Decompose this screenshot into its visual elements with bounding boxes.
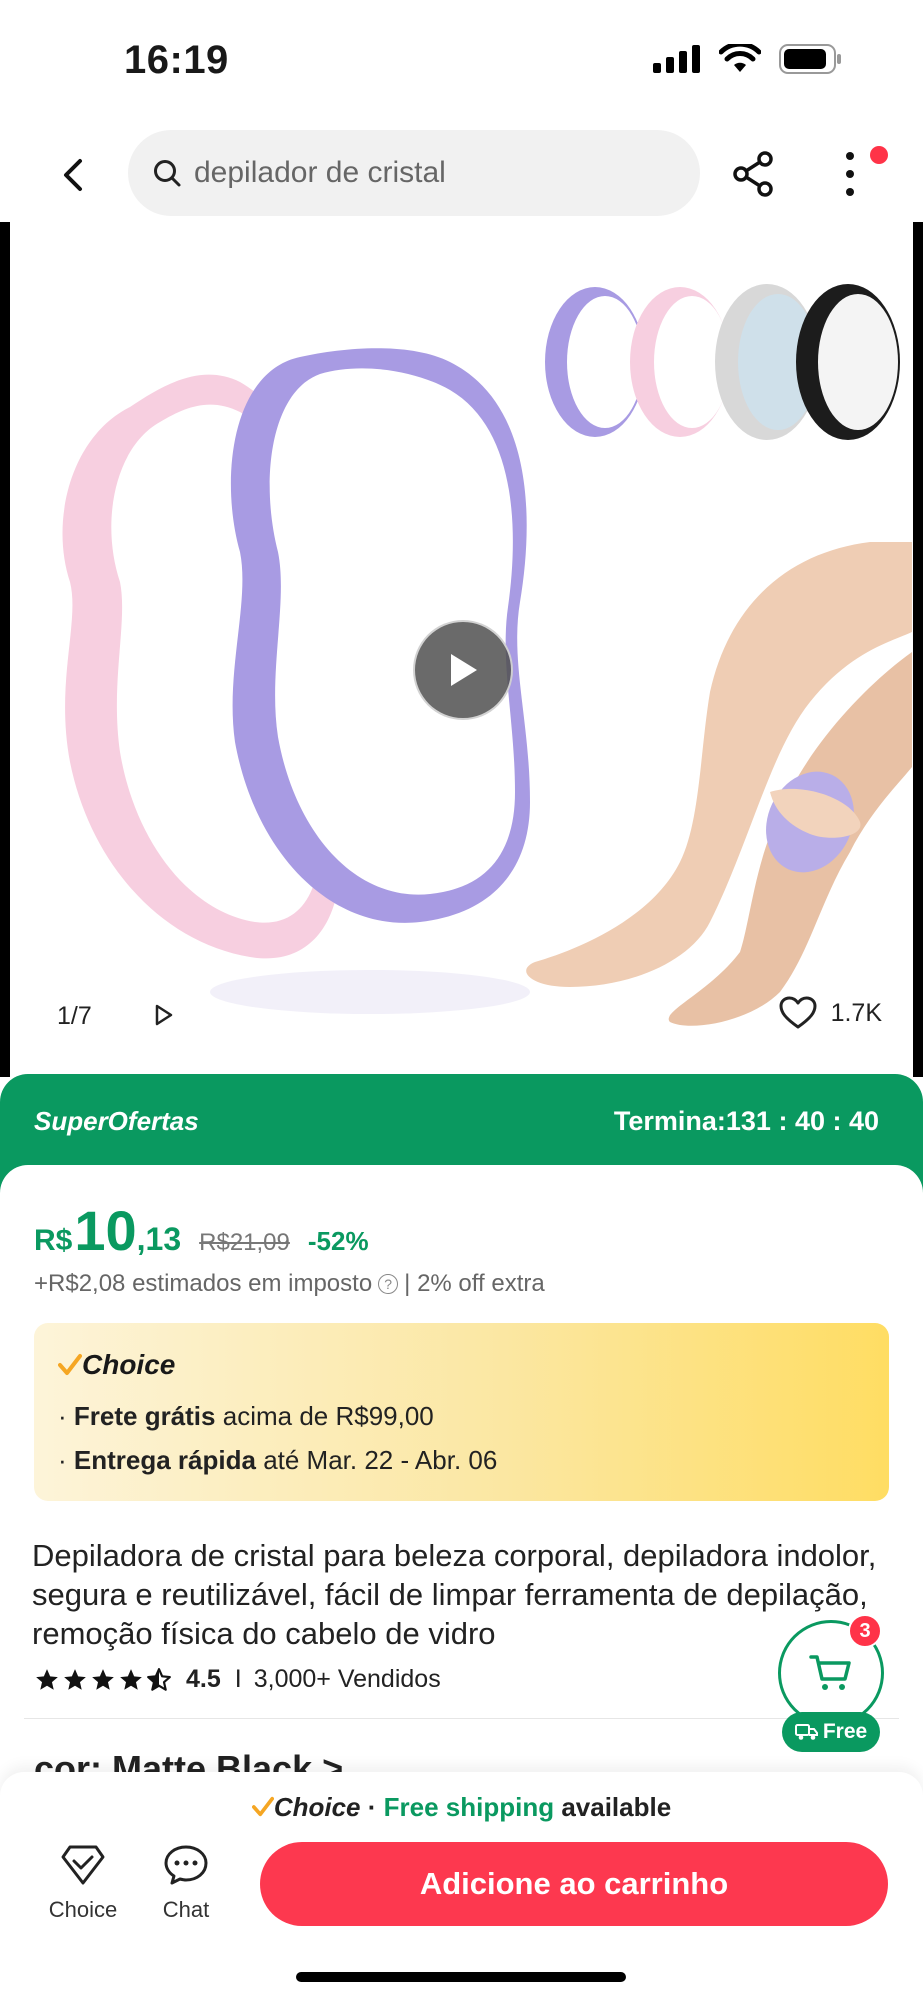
choice-benefits-box[interactable]: Choice · Frete grátis acima de R$99,00 ·… bbox=[34, 1323, 889, 1501]
gallery-border-left bbox=[0, 222, 10, 1077]
more-options-button[interactable] bbox=[826, 148, 874, 200]
battery-icon bbox=[779, 44, 841, 74]
free-shipping-rest: acima de R$99,00 bbox=[222, 1401, 434, 1431]
tax-text: +R$2,08 estimados em imposto bbox=[34, 1270, 373, 1297]
cart-count-badge: 3 bbox=[848, 1614, 882, 1648]
shipping-banner: Choice · Free shipping available bbox=[0, 1792, 923, 1823]
status-bar: 16:19 bbox=[0, 0, 923, 120]
product-gallery[interactable]: 1/7 1.7K bbox=[10, 222, 912, 1077]
separator: I bbox=[234, 1665, 242, 1693]
free-shipping-bold: Frete grátis bbox=[73, 1401, 216, 1431]
fast-delivery-line: · Entrega rápida até Mar. 22 - Abr. 06 bbox=[58, 1445, 498, 1475]
star-icon bbox=[36, 1668, 58, 1690]
status-icons bbox=[653, 44, 843, 74]
truck-icon bbox=[794, 1724, 818, 1740]
play-video-button[interactable] bbox=[413, 620, 513, 720]
fast-delivery-rest: até Mar. 22 - Abr. 06 bbox=[263, 1445, 498, 1475]
tax-info: +R$2,08 estimados em imposto ? | 2% off … bbox=[34, 1270, 545, 1298]
choice-tab[interactable]: Choice bbox=[42, 1844, 124, 1923]
half-star-icon bbox=[147, 1667, 171, 1691]
search-query: depilador de cristal bbox=[194, 156, 446, 189]
free-label: Free bbox=[822, 1720, 868, 1743]
offer-label: SuperOfertas bbox=[34, 1106, 199, 1136]
choice-diamond-icon bbox=[61, 1845, 105, 1885]
rating-value: 4.5 bbox=[186, 1665, 221, 1693]
back-button[interactable] bbox=[48, 150, 98, 200]
search-icon bbox=[154, 160, 181, 187]
fast-delivery-bold: Entrega rápida bbox=[73, 1445, 256, 1475]
star-icon bbox=[64, 1668, 86, 1690]
checkmark-icon bbox=[251, 1796, 274, 1817]
rating-stars bbox=[34, 1667, 172, 1693]
image-counter: 1/7 bbox=[57, 1002, 92, 1030]
gallery-border-right bbox=[913, 222, 923, 1077]
extra-discount-text: | 2% off extra bbox=[404, 1270, 545, 1297]
status-time: 16:19 bbox=[124, 38, 229, 82]
price-decimal: ,13 bbox=[136, 1221, 182, 1257]
ship-separator: · bbox=[360, 1792, 384, 1822]
play-icon bbox=[451, 654, 477, 686]
video-toggle-button[interactable] bbox=[152, 1002, 176, 1033]
original-price: R$21,09 bbox=[199, 1229, 290, 1256]
ship-choice-label: Choice bbox=[273, 1792, 361, 1822]
choice-title: Choice bbox=[58, 1349, 175, 1381]
ship-free-label: Free shipping bbox=[383, 1792, 555, 1822]
divider bbox=[24, 1718, 899, 1719]
heart-outline-icon bbox=[779, 996, 817, 1029]
price-integer: 10 bbox=[74, 1199, 137, 1262]
ship-available-label: available bbox=[554, 1792, 672, 1822]
price-row: R$ 10 ,13 R$21,09 -52% bbox=[34, 1198, 369, 1263]
chat-tab[interactable]: Chat bbox=[150, 1844, 222, 1923]
cart-icon bbox=[809, 1655, 851, 1690]
wifi-icon bbox=[719, 44, 761, 72]
add-to-cart-button[interactable]: Adicione ao carrinho bbox=[260, 1842, 888, 1926]
more-vertical-icon bbox=[846, 152, 854, 196]
star-icon bbox=[92, 1668, 114, 1690]
chevron-left-icon bbox=[64, 159, 82, 191]
like-button[interactable]: 1.7K bbox=[779, 996, 882, 1030]
sold-count: 3,000+ Vendidos bbox=[253, 1665, 441, 1693]
checkmark-icon bbox=[58, 1354, 82, 1375]
free-shipping-line: · Frete grátis acima de R$99,00 bbox=[58, 1401, 434, 1431]
rating-row[interactable]: 4.5 I 3,000+ Vendidos bbox=[34, 1665, 441, 1694]
like-count: 1.7K bbox=[830, 998, 882, 1027]
cellular-signal-icon bbox=[653, 45, 700, 73]
choice-title-text: Choice bbox=[82, 1349, 176, 1380]
choice-tab-label: Choice bbox=[48, 1897, 118, 1922]
chat-tab-label: Chat bbox=[162, 1897, 210, 1922]
product-title: Depiladora de cristal para beleza corpor… bbox=[32, 1538, 877, 1651]
discount-badge: -52% bbox=[307, 1226, 369, 1256]
info-icon[interactable]: ? bbox=[378, 1274, 399, 1294]
share-icon bbox=[733, 151, 773, 197]
offer-timer: Termina:131 : 40 : 40 bbox=[613, 1106, 879, 1136]
price-currency: R$ bbox=[34, 1224, 73, 1257]
star-icon bbox=[120, 1668, 142, 1690]
search-input[interactable]: depilador de cristal bbox=[128, 130, 700, 216]
notification-dot bbox=[870, 146, 888, 164]
free-shipping-pill: Free bbox=[782, 1712, 880, 1752]
share-button[interactable] bbox=[730, 150, 778, 198]
chat-bubble-icon bbox=[164, 1845, 208, 1885]
play-outline-icon bbox=[155, 1004, 173, 1026]
home-indicator[interactable] bbox=[296, 1972, 626, 1982]
top-nav: depilador de cristal bbox=[0, 130, 923, 220]
